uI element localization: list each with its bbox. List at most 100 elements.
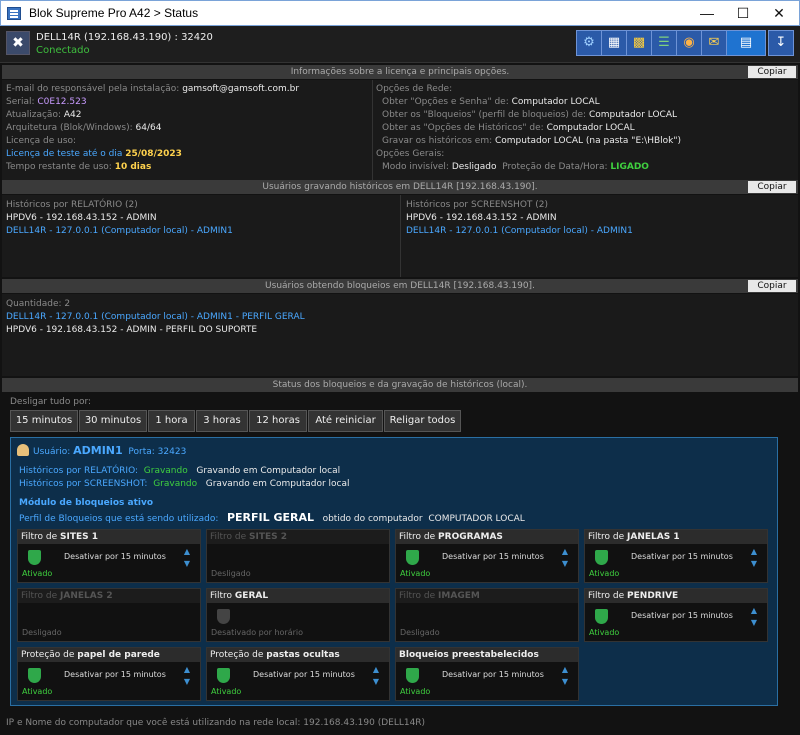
module-active-label: Módulo de bloqueios ativo <box>19 498 154 508</box>
footer-info: IP e Nome do computador que você está ut… <box>6 718 426 728</box>
card-state: Desligado <box>400 628 440 637</box>
spinner-arrows-icon[interactable]: ▲ ▼ <box>745 605 763 631</box>
off-30min-button[interactable]: 30 minutos <box>79 410 147 432</box>
update-label: Atualização: <box>6 110 61 120</box>
card-title: Filtro de JANELAS 1 <box>585 530 767 544</box>
card-title-prefix: Filtro de <box>588 532 628 542</box>
card-state: Desligado <box>211 569 251 578</box>
chat-icon[interactable]: ✉ <box>701 30 727 56</box>
card-title: Filtro de JANELAS 2 <box>18 589 200 603</box>
off-until-restart-button[interactable]: Até reiniciar <box>308 410 383 432</box>
screenshot-status-desc: Gravando em Computador local <box>205 479 350 489</box>
report-status-desc: Gravando em Computador local <box>196 466 341 476</box>
arch-value: 64/64 <box>135 123 162 133</box>
card-title-prefix: Filtro <box>210 591 235 601</box>
filter-card: Bloqueios preestabelecidos Desativar por … <box>395 647 579 701</box>
filter-card: Filtro de JANELAS 2 Desligado <box>17 588 201 642</box>
card-state: Ativado <box>22 569 53 578</box>
card-title-prefix: Proteção de <box>21 650 78 660</box>
report-status-state: Gravando <box>143 466 188 476</box>
license-type-label: Licença de uso: <box>6 136 77 146</box>
card-title-name: JANELAS 1 <box>627 532 680 542</box>
card-state: Ativado <box>400 687 431 696</box>
download-icon[interactable]: ↧ <box>768 30 794 56</box>
deactivate-label[interactable]: Desativar por 15 minutos <box>64 670 166 679</box>
port-value: 32423 <box>157 447 187 457</box>
remaining-value: 10 dias <box>114 162 152 172</box>
off-12h-button[interactable]: 12 horas <box>249 410 307 432</box>
blocks-quantity: Quantidade: 2 <box>6 299 71 309</box>
shield-icon <box>406 550 419 565</box>
deactivate-label[interactable]: Desativar por 15 minutos <box>631 611 733 620</box>
filter-card: Filtro de IMAGEM Desligado <box>395 588 579 642</box>
off-15min-button[interactable]: 15 minutos <box>10 410 78 432</box>
profile-source-value: COMPUTADOR LOCAL <box>428 514 525 524</box>
spinner-arrows-icon[interactable]: ▲ ▼ <box>556 664 574 690</box>
blocks-section-title: Usuários obtendo bloqueios em DELL14R [1… <box>265 281 535 291</box>
card-title: Filtro de SITES 1 <box>18 530 200 544</box>
card-title: Filtro de PROGRAMAS <box>396 530 578 544</box>
card-title-prefix: Filtro de <box>210 532 250 542</box>
blocks-panel: Quantidade: 2 DELL14R - 127.0.0.1 (Compu… <box>2 294 798 376</box>
profile-label: Perfil de Bloqueios que está sendo utili… <box>19 514 219 524</box>
profile-value: PERFIL GERAL <box>226 511 314 524</box>
shield-icon <box>28 668 41 683</box>
host-address: DELL14R (192.168.43.190) : 32420 <box>36 32 213 43</box>
trial-label: Licença de teste até o dia <box>6 149 123 159</box>
card-title-prefix: Filtro de <box>21 532 61 542</box>
spinner-arrows-icon[interactable]: ▲ ▼ <box>178 546 196 572</box>
net3-label: Obter as "Opções de Históricos" de: <box>382 123 544 133</box>
blocks-section-bar: Usuários obtendo bloqueios em DELL14R [1… <box>2 279 798 293</box>
close-button[interactable]: ✕ <box>761 1 797 25</box>
user-label: Usuário: <box>33 447 71 457</box>
email-label: E-mail do responsável pela instalação: <box>6 84 180 94</box>
minimize-button[interactable]: — <box>689 1 725 25</box>
card-title-name: pastas ocultas <box>266 650 340 660</box>
license-section-title: Informações sobre a licença e principais… <box>290 67 510 77</box>
connection-bar: ✖ DELL14R (192.168.43.190) : 32420 Conec… <box>0 26 800 63</box>
spinner-arrows-icon[interactable]: ▲ ▼ <box>367 664 385 690</box>
monitor-icon[interactable]: ▤ <box>726 30 766 56</box>
spinner-arrows-icon[interactable]: ▲ ▼ <box>745 546 763 572</box>
deactivate-label[interactable]: Desativar por 15 minutos <box>64 552 166 561</box>
report-status-label: Históricos por RELATÓRIO: <box>19 466 139 476</box>
list-icon[interactable]: ☰ <box>651 30 677 56</box>
bar-chart-icon[interactable]: ▩ <box>626 30 652 56</box>
user-value: ADMIN1 <box>73 444 123 457</box>
filter-card: Proteção de pastas ocultas Desativar por … <box>206 647 390 701</box>
disconnect-button[interactable]: ✖ <box>6 31 30 55</box>
maximize-button[interactable]: ☐ <box>725 1 761 25</box>
card-state: Ativado <box>589 628 620 637</box>
copy-history-button[interactable]: Copiar <box>748 181 796 193</box>
user-icon <box>17 444 29 456</box>
card-title-prefix: Filtro de <box>21 591 61 601</box>
deactivate-label[interactable]: Desativar por 15 minutos <box>253 670 355 679</box>
net4-label: Gravar os históricos em: <box>382 136 493 146</box>
eye-icon[interactable]: ◉ <box>676 30 702 56</box>
off-3h-button[interactable]: 3 horas <box>196 410 248 432</box>
card-title: Filtro de IMAGEM <box>396 589 578 603</box>
trial-value: 25/08/2023 <box>125 149 182 159</box>
deactivate-label[interactable]: Desativar por 15 minutos <box>442 552 544 561</box>
spinner-arrows-icon[interactable]: ▲ ▼ <box>178 664 196 690</box>
deactivate-label[interactable]: Desativar por 15 minutos <box>631 552 733 561</box>
net2-label: Obter os "Bloqueios" (perfil de bloqueio… <box>382 110 587 120</box>
invisible-mode-value: Desligado <box>451 162 497 172</box>
card-title: Proteção de papel de parede <box>18 648 200 662</box>
card-state: Desligado <box>22 628 62 637</box>
net2-value: Computador LOCAL <box>588 110 677 120</box>
spinner-arrows-icon[interactable]: ▲ ▼ <box>556 546 574 572</box>
status-section-title: Status dos bloqueios e da gravação de hi… <box>272 380 528 390</box>
off-1h-button[interactable]: 1 hora <box>148 410 195 432</box>
grid-icon[interactable]: ▦ <box>601 30 627 56</box>
turn-all-on-button[interactable]: Religar todos <box>384 410 461 432</box>
filter-card: Filtro de SITES 2 Desligado <box>206 529 390 583</box>
copy-blocks-button[interactable]: Copiar <box>748 280 796 292</box>
invisible-mode-label: Modo invisível: <box>382 162 449 172</box>
card-state: Ativado <box>400 569 431 578</box>
deactivate-label[interactable]: Desativar por 15 minutos <box>442 670 544 679</box>
copy-license-button[interactable]: Copiar <box>748 66 796 78</box>
list-item: DELL14R - 127.0.0.1 (Computador local) -… <box>6 312 305 322</box>
gear-icon[interactable]: ⚙ <box>576 30 602 56</box>
status-section-bar: Status dos bloqueios e da gravação de hi… <box>2 378 798 392</box>
